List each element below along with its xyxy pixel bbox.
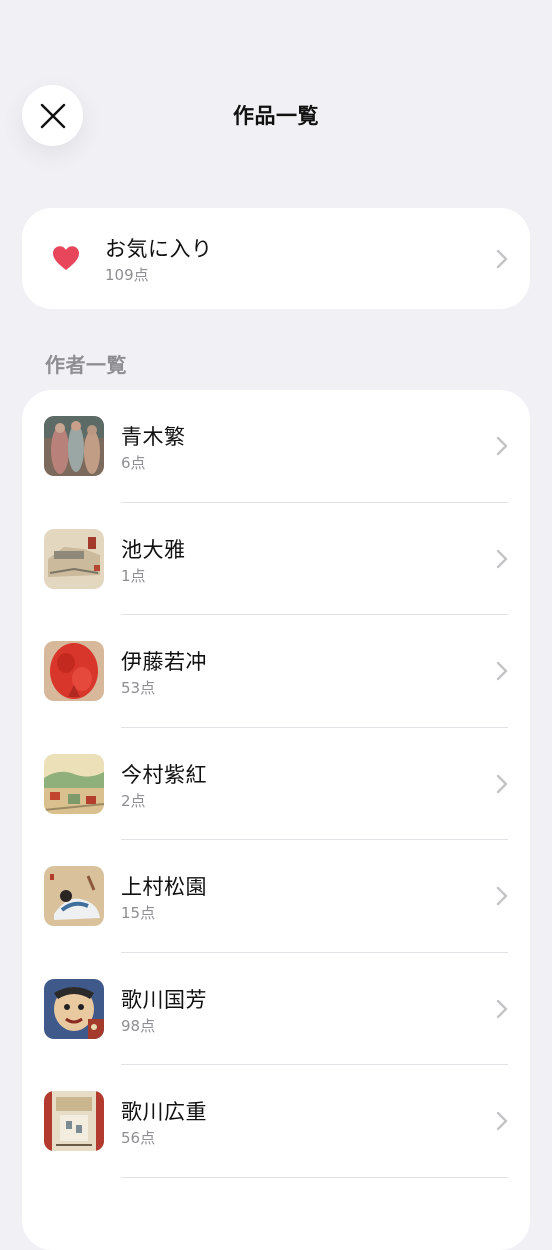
artist-count: 2点: [121, 791, 146, 810]
artist-row[interactable]: 歌川広重 56点: [22, 1065, 530, 1178]
artist-name: 池大雅: [121, 537, 186, 562]
artist-count: 6点: [121, 454, 146, 472]
favorites-count: 109点: [105, 266, 149, 284]
chevron-right-icon: [496, 886, 508, 906]
artist-thumbnail: [44, 978, 104, 1039]
artist-name: 青木繁: [121, 425, 186, 449]
artist-count: 98点: [121, 1016, 156, 1035]
page-title: 作品一覧: [233, 104, 319, 128]
favorites-row[interactable]: お気に入り 109点: [22, 208, 530, 309]
artist-row[interactable]: 歌川国芳 98点: [22, 953, 530, 1065]
favorites-title: お気に入り: [105, 237, 213, 261]
artist-thumbnail: [44, 1091, 104, 1151]
artist-name: 歌川国芳: [121, 987, 207, 1012]
artist-count: 1点: [121, 566, 146, 585]
artist-row[interactable]: 青木繁 6点: [22, 390, 530, 503]
artist-count: 53点: [121, 679, 156, 697]
heart-icon: [53, 246, 79, 270]
artist-name: 今村紫紅: [121, 762, 207, 787]
artist-count: 15点: [121, 904, 156, 922]
chevron-right-icon: [496, 774, 508, 793]
section-header-artists: 作者一覧: [45, 353, 127, 377]
chevron-right-icon: [496, 999, 508, 1018]
artist-name: 歌川広重: [121, 1100, 207, 1124]
artist-thumbnail: [44, 416, 104, 476]
chevron-right-icon: [496, 249, 508, 269]
row-divider: [121, 1176, 508, 1178]
artist-thumbnail: [44, 753, 104, 814]
artist-count: 56点: [121, 1129, 156, 1147]
artist-thumbnail: [44, 866, 104, 926]
chevron-right-icon: [496, 661, 508, 681]
artist-row[interactable]: 上村松園 15点: [22, 840, 530, 953]
artist-name: 上村松園: [121, 875, 207, 899]
artist-list: 青木繁 6点 池大雅 1点 伊藤若冲 53点 今村紫紅 2点 上村松園 15点 …: [22, 390, 530, 1250]
artist-row[interactable]: 池大雅 1点: [22, 503, 530, 615]
artist-name: 伊藤若冲: [121, 650, 207, 674]
artist-row[interactable]: 伊藤若冲 53点: [22, 615, 530, 728]
artist-thumbnail: [44, 641, 104, 701]
chevron-right-icon: [496, 436, 508, 456]
chevron-right-icon: [496, 1111, 508, 1131]
artist-thumbnail: [44, 528, 104, 589]
artist-row[interactable]: 今村紫紅 2点: [22, 728, 530, 840]
chevron-right-icon: [496, 549, 508, 568]
